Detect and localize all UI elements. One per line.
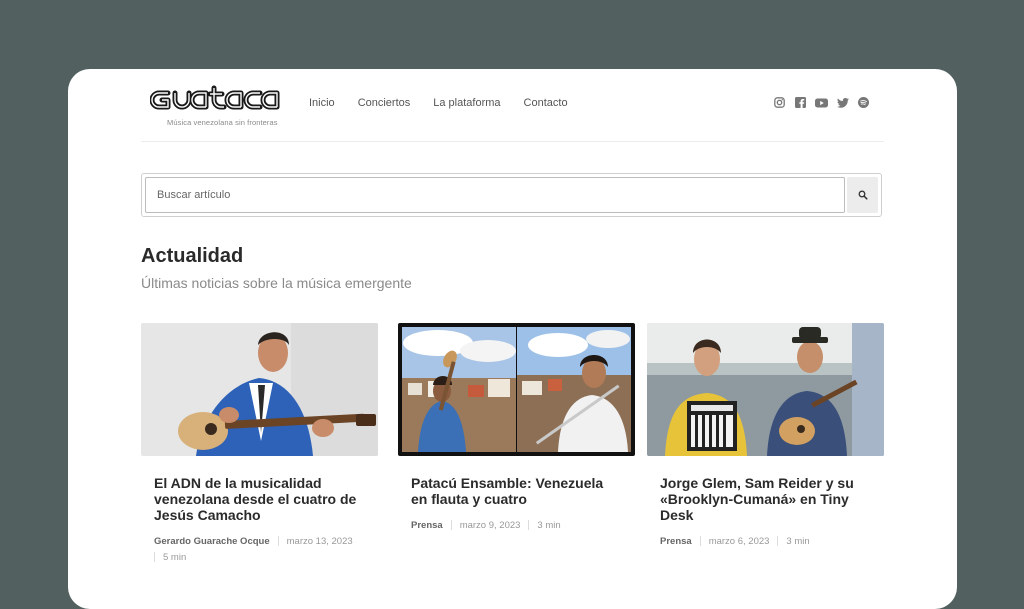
article-date: marzo 6, 2023: [708, 536, 770, 547]
article-author[interactable]: Prensa: [660, 536, 692, 547]
article-date: marzo 13, 2023: [286, 536, 353, 547]
section-title: Actualidad: [141, 245, 244, 267]
site-header: Música venezolana sin fronteras Inicio C…: [141, 69, 884, 142]
meta-divider: [277, 536, 279, 547]
nav-conciertos[interactable]: Conciertos: [358, 97, 411, 109]
facebook-icon[interactable]: [794, 96, 807, 109]
article-meta: Gerardo Guarache Ocque marzo 13, 2023 5 mi…: [154, 534, 365, 566]
meta-divider: [777, 536, 779, 547]
search-button[interactable]: [847, 177, 878, 213]
article-image[interactable]: [141, 323, 378, 456]
article-title[interactable]: Patacú Ensamble: Venezuela en flauta y c…: [411, 475, 622, 507]
spotify-icon[interactable]: [857, 96, 870, 109]
nav-inicio[interactable]: Inicio: [309, 97, 335, 109]
article-card[interactable]: Patacú Ensamble: Venezuela en flauta y c…: [398, 323, 635, 534]
nav-la-plataforma[interactable]: La plataforma: [433, 97, 500, 109]
meta-divider: [699, 536, 701, 547]
article-date: marzo 9, 2023: [459, 520, 521, 531]
main-nav: Inicio Conciertos La plataforma Contacto: [309, 97, 591, 109]
social-links: [773, 96, 870, 109]
meta-divider: [154, 552, 155, 563]
article-read-time: 3 min: [786, 536, 810, 547]
article-author[interactable]: Prensa: [411, 520, 443, 531]
youtube-icon[interactable]: [815, 96, 828, 109]
meta-divider: [450, 520, 452, 531]
article-meta: Prensa marzo 9, 2023 3 min: [411, 518, 622, 534]
article-read-time: 3 min: [537, 520, 561, 531]
search-icon: [858, 188, 868, 203]
meta-divider: [528, 520, 530, 531]
browser-page: Música venezolana sin fronteras Inicio C…: [68, 69, 957, 609]
article-title[interactable]: Jorge Glem, Sam Reider y su «Brooklyn-Cu…: [660, 475, 871, 523]
section-subtitle: Últimas noticias sobre la música emergen…: [141, 275, 412, 291]
article-image[interactable]: [398, 323, 635, 456]
search-input[interactable]: [145, 177, 845, 213]
twitter-icon[interactable]: [836, 96, 849, 109]
article-title[interactable]: El ADN de la musicalidad venezolana desd…: [154, 475, 365, 523]
page-container: Música venezolana sin fronteras Inicio C…: [141, 69, 884, 563]
site-tagline: Música venezolana sin fronteras: [167, 118, 278, 127]
article-author[interactable]: Gerardo Guarache Ocque: [154, 536, 270, 547]
article-meta: Prensa marzo 6, 2023 3 min: [660, 534, 871, 550]
article-image[interactable]: [647, 323, 884, 456]
article-card[interactable]: El ADN de la musicalidad venezolana desd…: [141, 323, 378, 566]
article-read-time: 5 min: [163, 552, 187, 563]
article-card[interactable]: Jorge Glem, Sam Reider y su «Brooklyn-Cu…: [647, 323, 884, 550]
instagram-icon[interactable]: [773, 96, 786, 109]
nav-contacto[interactable]: Contacto: [524, 97, 568, 109]
search-bar: [141, 173, 882, 217]
